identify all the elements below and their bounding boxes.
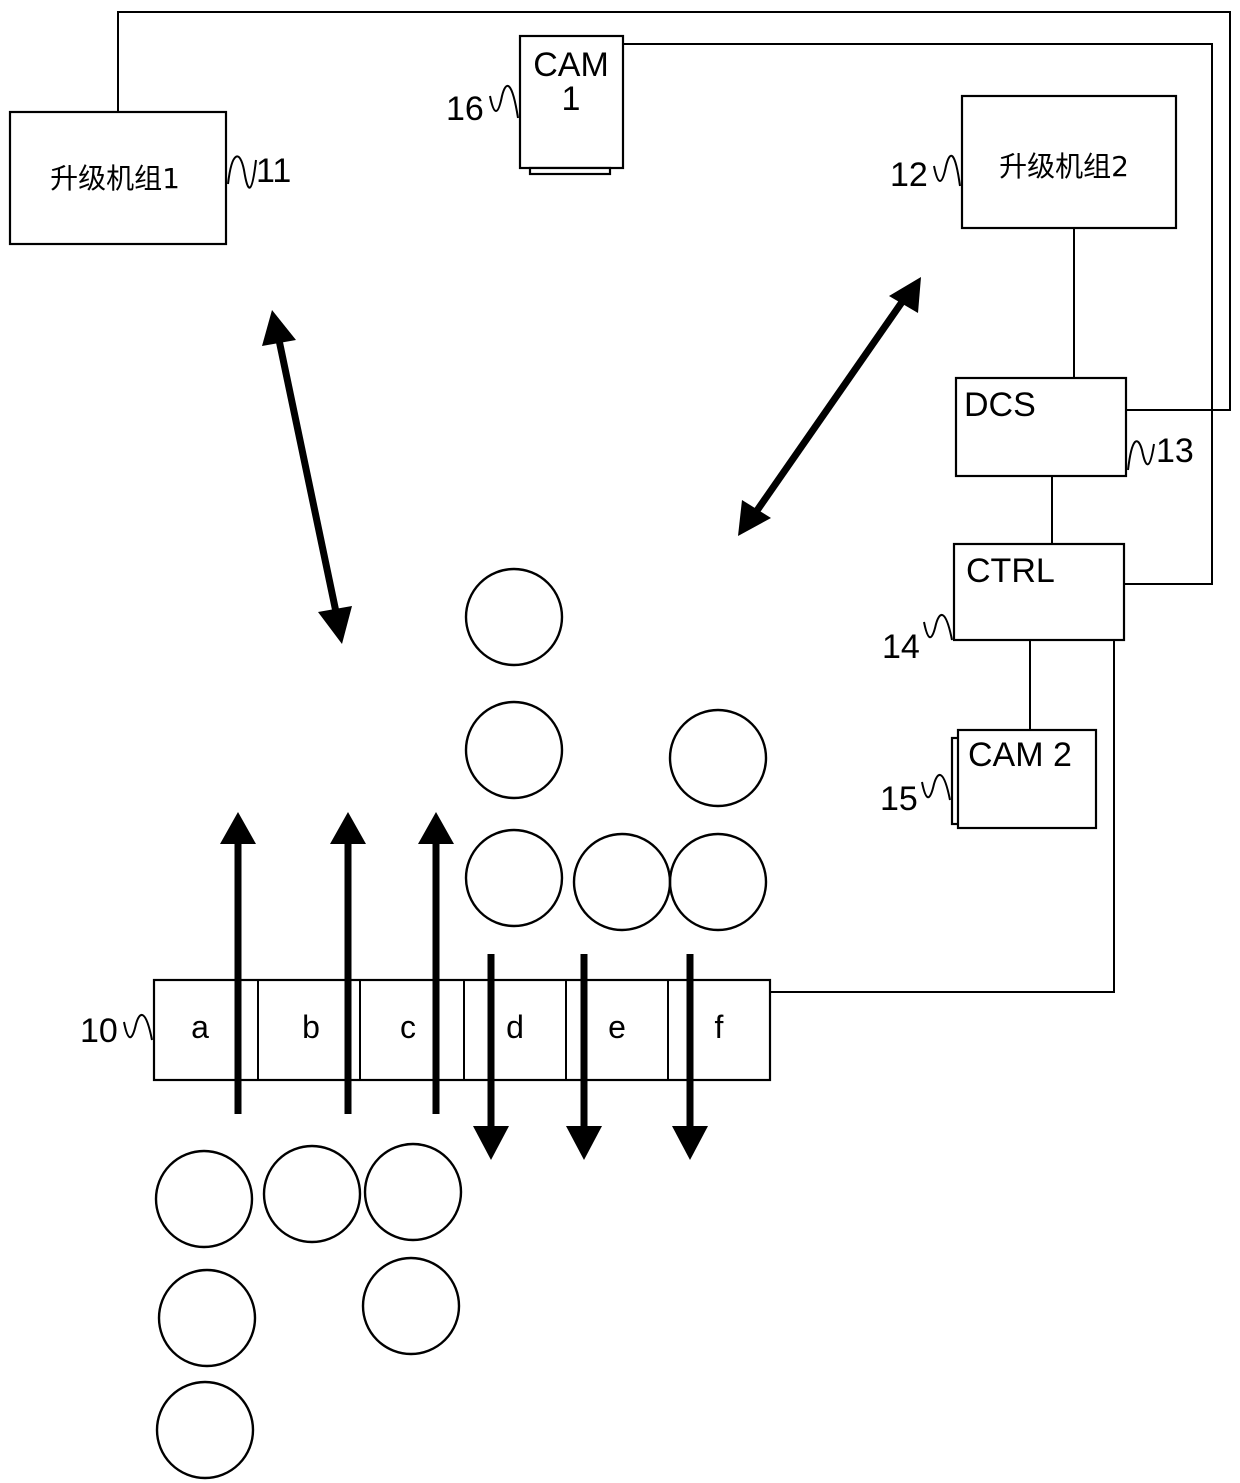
ref-number-13: 13 [1156, 432, 1194, 470]
dcs-label: DCS [964, 386, 1036, 424]
ref-number-16: 16 [446, 90, 484, 128]
unit-circle [668, 708, 768, 808]
camera-1: CAM 1 16 [446, 34, 625, 176]
unit-circle [361, 1256, 461, 1356]
unit-circle [572, 832, 672, 932]
ctrl-box: CTRL 14 [882, 542, 1126, 666]
bidirectional-arrow-unit1 [262, 310, 352, 644]
cell-label-f: f [715, 1009, 724, 1045]
lower-circle-group [154, 1142, 463, 1480]
cell-label-c: c [400, 1009, 416, 1045]
upgrade-unit-2: 升级机组2 12 [890, 94, 1178, 230]
camera-1-label-line1: CAM [533, 46, 609, 84]
ref-leader-13 [1127, 440, 1155, 471]
unit-circle [464, 828, 564, 928]
upper-circle-group [464, 567, 768, 932]
unit-circle [363, 1142, 463, 1242]
cell-label-d: d [506, 1009, 524, 1045]
ref-leader-14 [923, 614, 953, 641]
camera-2: CAM 2 15 [880, 728, 1098, 830]
bidirectional-arrow-unit2 [738, 277, 921, 536]
camera-1-label-line2: 1 [562, 80, 581, 118]
ref-leader-10 [123, 1014, 153, 1041]
ref-number-10: 10 [80, 1012, 118, 1050]
dcs-box: DCS 13 [954, 376, 1194, 478]
unit-circle [464, 567, 564, 667]
ref-number-12: 12 [890, 156, 928, 194]
cell-strip: a b c d e f 10 [80, 978, 772, 1082]
unit-circle [668, 832, 768, 932]
ref-leader-12 [933, 154, 961, 187]
cell-label-a: a [191, 1009, 209, 1045]
ref-leader-15 [921, 774, 951, 801]
ctrl-label: CTRL [966, 552, 1055, 590]
upgrade-unit-1-label: 升级机组1 [50, 162, 180, 195]
upgrade-unit-2-label: 升级机组2 [999, 150, 1129, 183]
unit-circle [154, 1149, 254, 1249]
unit-circle [155, 1380, 255, 1480]
ref-number-11: 11 [256, 152, 291, 190]
upgrade-unit-1: 升级机组1 11 [8, 110, 291, 246]
unit-circle [464, 700, 564, 800]
ref-number-15: 15 [880, 780, 918, 818]
unit-circle [157, 1268, 257, 1368]
unit-circle [262, 1144, 362, 1244]
camera-2-label: CAM 2 [968, 736, 1072, 774]
cell-label-b: b [302, 1009, 320, 1045]
ref-number-14: 14 [882, 628, 920, 666]
system-diagram: 升级机组1 11 CAM 1 16 升级机组2 12 DCS 13 CTRL 1… [8, 11, 1231, 1480]
cell-label-e: e [608, 1009, 626, 1045]
ref-leader-11 [227, 155, 257, 189]
ref-leader-16 [489, 84, 519, 119]
